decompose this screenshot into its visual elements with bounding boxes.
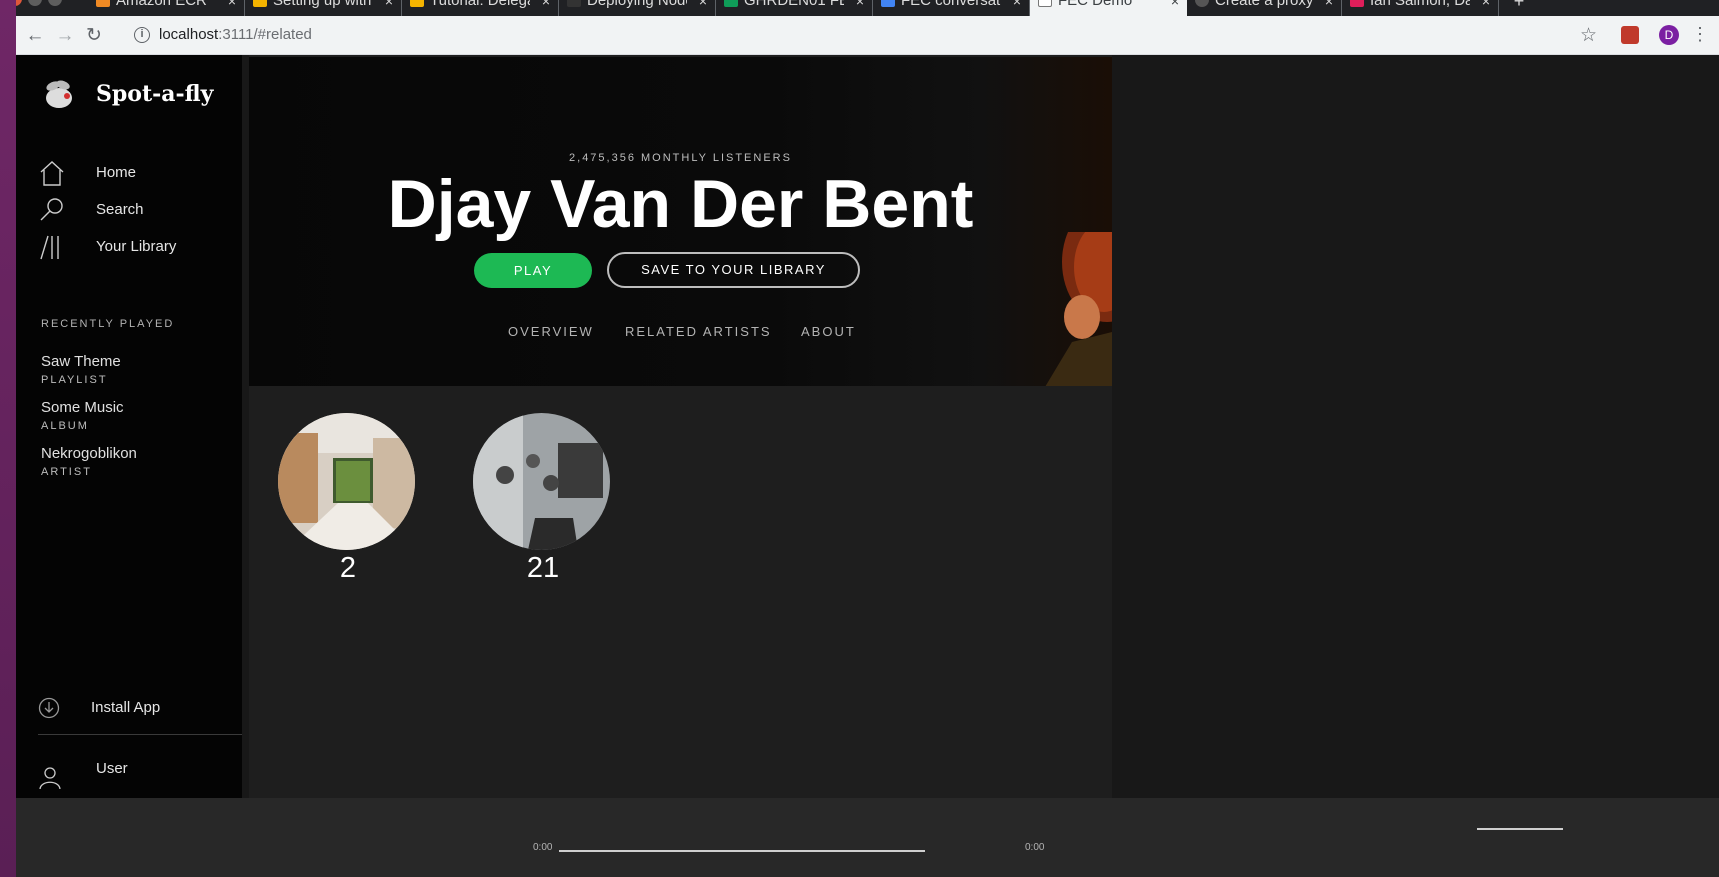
browser-tab[interactable]: Setting up with × — [245, 0, 402, 16]
browser-tab[interactable]: Ian Salmon, Dan× — [1342, 0, 1499, 16]
related-artist-image[interactable] — [278, 413, 415, 550]
related-artist-image[interactable] — [473, 413, 610, 550]
monthly-listeners: 2,475,356 MONTHLY LISTENERS — [569, 152, 792, 164]
browser-tab[interactable]: GHRDEN01 FEC× — [716, 0, 873, 16]
recently-played-item[interactable]: Nekrogoblikon ARTIST — [41, 445, 137, 478]
user-icon — [39, 767, 61, 790]
recently-played-item[interactable]: Saw Theme PLAYLIST — [41, 353, 121, 386]
search-icon — [40, 198, 63, 221]
window-controls — [16, 0, 68, 11]
artist-photo — [1045, 232, 1112, 386]
minimize-window-icon[interactable] — [28, 0, 42, 6]
browser-tab[interactable]: Create a proxy × — [1187, 0, 1342, 16]
close-tab-icon[interactable]: × — [1482, 0, 1490, 12]
player-bar: 0:00 0:00 — [16, 798, 1719, 877]
address-toolbar: ← → ↻ i localhost:3111/#related ☆ D ⋮ — [16, 16, 1719, 55]
progress-bar[interactable] — [559, 850, 925, 852]
github-favicon-icon — [1195, 0, 1209, 7]
related-artist-card[interactable]: 21 — [473, 413, 613, 585]
elapsed-time: 0:00 — [533, 842, 553, 853]
close-tab-icon[interactable]: × — [699, 0, 707, 12]
close-tab-icon[interactable]: × — [385, 0, 393, 12]
extension-icon[interactable] — [1621, 26, 1639, 44]
recently-played-item[interactable]: Some Music ALBUM — [41, 399, 124, 432]
brand-name[interactable]: Spot-a-fly — [96, 81, 213, 107]
docs-favicon-icon — [881, 0, 895, 7]
browser-window: Amazon ECR × Setting up with × Tutorial: D… — [16, 0, 1719, 877]
close-tab-icon[interactable]: × — [856, 0, 864, 12]
close-tab-icon[interactable]: × — [228, 0, 236, 12]
site-info-icon[interactable]: i — [134, 27, 150, 43]
related-artist-label: 2 — [339, 552, 357, 584]
tab-related-artists[interactable]: RELATED ARTISTS — [625, 324, 772, 339]
page-viewport: Spot-a-fly Home Search Your Library RECE… — [16, 55, 1719, 877]
maximize-window-icon[interactable] — [48, 0, 62, 6]
docs-favicon-icon — [410, 0, 424, 7]
user-profile-button[interactable]: User — [38, 760, 128, 793]
reload-icon[interactable]: ↻ — [82, 24, 106, 48]
tab-overview[interactable]: OVERVIEW — [508, 324, 594, 339]
browser-tab[interactable]: Deploying Node × — [559, 0, 716, 16]
volume-slider[interactable] — [1477, 828, 1563, 830]
tab-strip: Amazon ECR × Setting up with × Tutorial: D… — [16, 0, 1719, 16]
close-tab-icon[interactable]: × — [1013, 0, 1021, 12]
url-field[interactable]: localhost:3111/#related — [159, 26, 312, 43]
desktop-edge — [0, 0, 16, 877]
docs-favicon-icon — [253, 0, 267, 7]
bookmark-star-icon[interactable]: ☆ — [1580, 24, 1597, 47]
browser-tab-active[interactable]: FEC Demo × — [1030, 0, 1187, 16]
main-content: 2,475,356 MONTHLY LISTENERS Djay Van Der… — [249, 55, 1112, 798]
related-artist-label: 21 — [526, 552, 560, 584]
browser-tab[interactable]: Amazon ECR × — [88, 0, 245, 16]
tab-about[interactable]: ABOUT — [801, 324, 856, 339]
recently-played-heading: RECENTLY PLAYED — [41, 318, 175, 330]
back-icon[interactable]: ← — [23, 24, 47, 48]
sidebar-divider — [38, 734, 242, 735]
slack-favicon-icon — [1350, 0, 1364, 7]
sheets-favicon-icon — [724, 0, 738, 7]
browser-tab[interactable]: Tutorial: Delega × — [402, 0, 559, 16]
github-favicon-icon — [567, 0, 581, 7]
artist-header: 2,475,356 MONTHLY LISTENERS Djay Van Der… — [249, 57, 1112, 386]
close-window-icon[interactable] — [16, 0, 22, 6]
close-tab-icon[interactable]: × — [1171, 0, 1179, 12]
forward-icon[interactable]: → — [53, 24, 77, 48]
browser-menu-icon[interactable]: ⋮ — [1691, 24, 1709, 45]
close-tab-icon[interactable]: × — [1325, 0, 1333, 12]
related-artist-card[interactable]: 2 — [278, 413, 418, 585]
fly-logo-icon[interactable] — [41, 76, 77, 112]
new-tab-button[interactable]: + — [1499, 0, 1539, 16]
play-button[interactable]: PLAY — [474, 253, 592, 288]
install-app-button[interactable]: Install App — [38, 697, 160, 723]
duration-time: 0:00 — [1025, 842, 1045, 853]
sidebar: Spot-a-fly Home Search Your Library RECE… — [16, 55, 242, 798]
browser-tab[interactable]: FEC conversatio × — [873, 0, 1030, 16]
page-favicon-icon — [1038, 0, 1052, 7]
home-icon — [40, 161, 64, 186]
download-icon — [38, 697, 60, 719]
close-tab-icon[interactable]: × — [542, 0, 550, 12]
library-icon — [40, 235, 59, 260]
artist-name: Djay Van Der Bent — [387, 166, 974, 242]
profile-avatar[interactable]: D — [1659, 25, 1679, 45]
aws-favicon-icon — [96, 0, 110, 7]
save-to-library-button[interactable]: SAVE TO YOUR LIBRARY — [607, 252, 860, 288]
